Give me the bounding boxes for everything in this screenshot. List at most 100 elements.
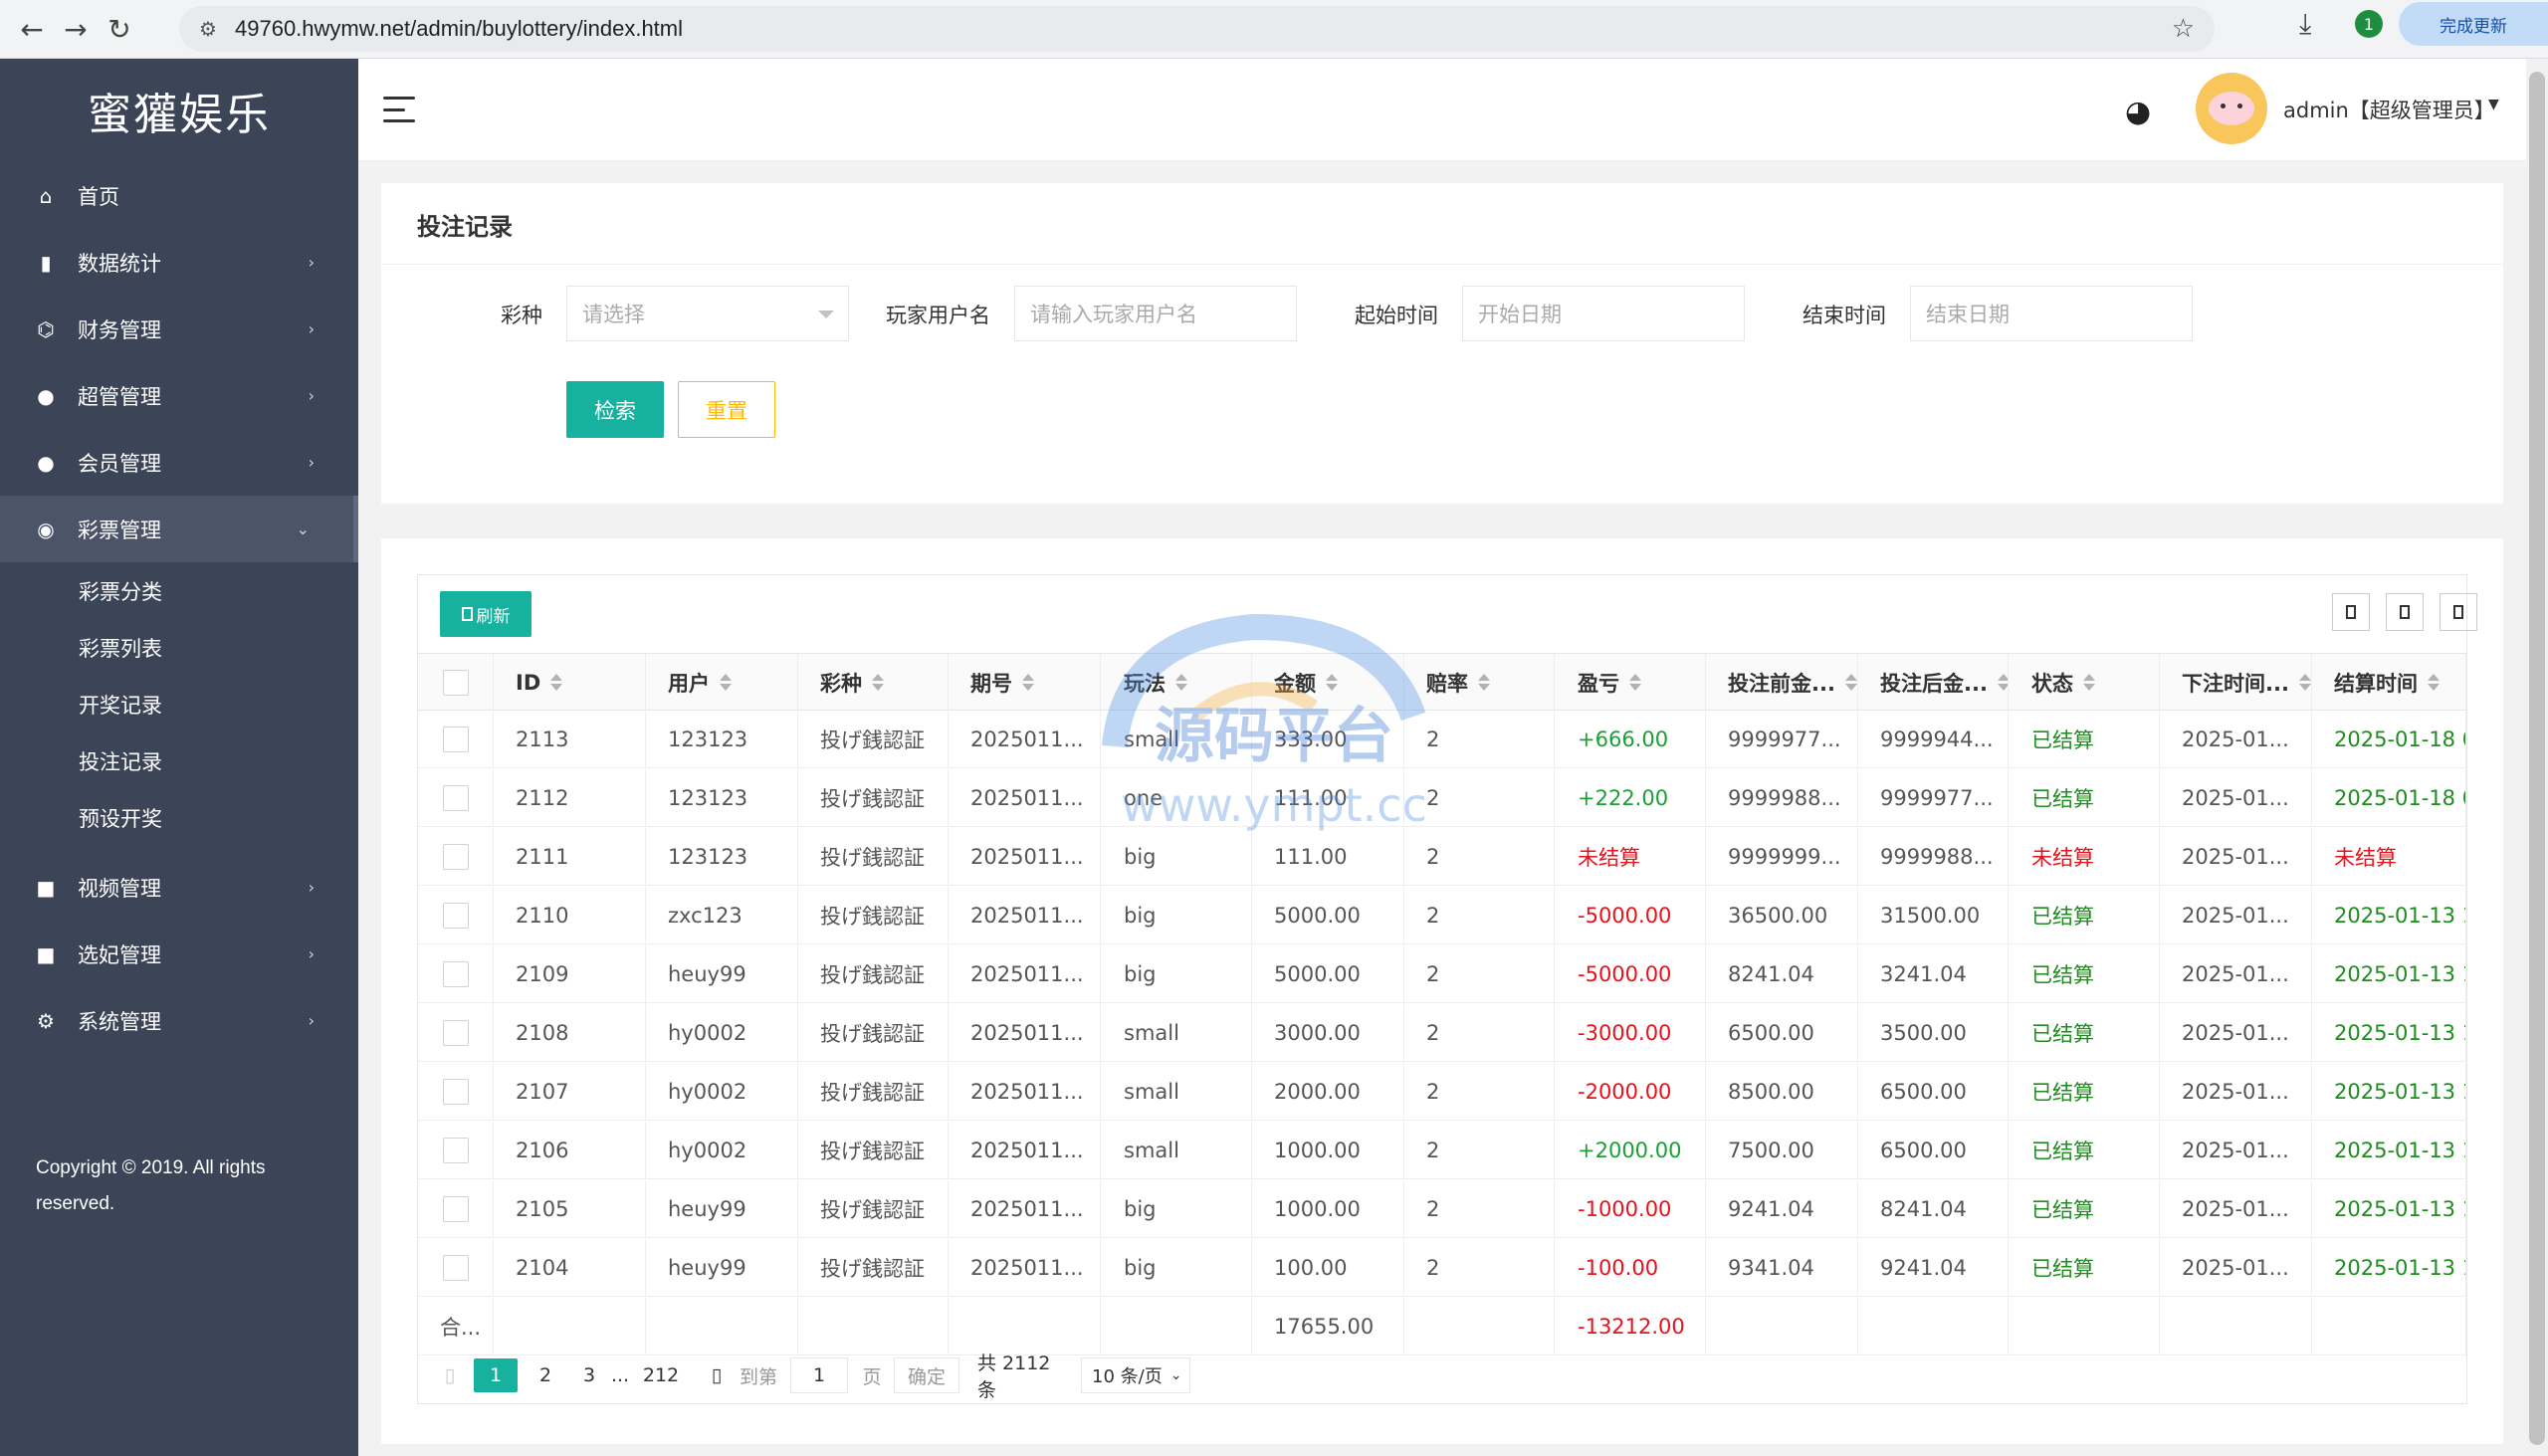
- sort-icon[interactable]: [550, 674, 563, 691]
- sidebar-item-4[interactable]: ● 会员管理 ›: [0, 429, 358, 496]
- refresh-button[interactable]: 刷新: [440, 591, 531, 637]
- page-2[interactable]: 2: [535, 1358, 555, 1392]
- row-checkbox[interactable]: [442, 843, 469, 870]
- sidebar-subitem-4[interactable]: 预设开奖: [0, 789, 358, 846]
- sidebar-item-6[interactable]: ■ 视频管理 ›: [0, 854, 358, 921]
- page-size-select[interactable]: 10 条/页 ⌄: [1081, 1357, 1190, 1393]
- table-row[interactable]: 2109 heuy99 投げ銭認証 2025011... big 5000.00 2 -500…: [418, 945, 2466, 1003]
- prev-page-icon[interactable]: ▯: [440, 1358, 460, 1392]
- reload-icon[interactable]: ↻: [98, 7, 141, 51]
- caret-down-icon[interactable]: ▼: [2488, 97, 2499, 112]
- sidebar-item-0[interactable]: ⌂ 首页: [0, 162, 358, 229]
- row-checkbox[interactable]: [442, 1078, 469, 1105]
- site-info-icon[interactable]: ⚙: [193, 14, 223, 44]
- column-header[interactable]: 结算时间: [2312, 654, 2466, 711]
- column-header[interactable]: 赔率: [1404, 654, 1555, 711]
- table-row[interactable]: 2107 hy0002 投げ銭認証 2025011... small 2000.00 2 -2…: [418, 1063, 2466, 1121]
- table-row[interactable]: 2105 heuy99 投げ銭認証 2025011... big 1000.00 2 -100…: [418, 1180, 2466, 1238]
- columns-filter-icon[interactable]: [2332, 593, 2370, 631]
- table-row[interactable]: 2106 hy0002 投げ銭認証 2025011... small 1000.00 2 +2…: [418, 1122, 2466, 1179]
- sort-icon[interactable]: [1022, 674, 1034, 691]
- extension-badge[interactable]: 1: [2355, 10, 2383, 38]
- row-checkbox[interactable]: [442, 960, 469, 987]
- username-input[interactable]: 请输入玩家用户名: [1014, 286, 1297, 341]
- next-page-icon[interactable]: ▯: [707, 1358, 727, 1392]
- sort-icon[interactable]: [720, 674, 732, 691]
- sort-icon[interactable]: [1478, 674, 1490, 691]
- sidebar-subitem-3[interactable]: 投注记录: [0, 732, 358, 789]
- sidebar-item-1[interactable]: ▮ 数据统计 ›: [0, 229, 358, 296]
- sidebar-subitem-2[interactable]: 开奖记录: [0, 676, 358, 732]
- menu-toggle-icon[interactable]: [383, 97, 415, 122]
- start-date-input[interactable]: 开始日期: [1462, 286, 1745, 341]
- column-header[interactable]: 投注前金...: [1706, 654, 1858, 711]
- sort-icon[interactable]: [1629, 674, 1641, 691]
- sort-icon[interactable]: [1326, 674, 1338, 691]
- goto-confirm-button[interactable]: 确定: [894, 1357, 959, 1393]
- sort-icon[interactable]: [1997, 674, 2008, 691]
- palette-icon[interactable]: ◕: [2125, 95, 2151, 129]
- column-header[interactable]: 玩法: [1102, 654, 1252, 711]
- bookmark-star-icon[interactable]: ☆: [2172, 14, 2195, 44]
- table-row[interactable]: 2111 123123 投げ銭認証 2025011... big 111.00 2 未结算 99…: [418, 828, 2466, 886]
- sidebar-item-8[interactable]: ⚙ 系统管理 ›: [0, 987, 358, 1054]
- column-header[interactable]: 投注后金...: [1858, 654, 2009, 711]
- reset-button[interactable]: 重置: [678, 381, 775, 438]
- sort-icon[interactable]: [1844, 674, 1857, 691]
- row-checkbox[interactable]: [442, 902, 469, 929]
- column-header[interactable]: 盈亏: [1556, 654, 1706, 711]
- page-1[interactable]: 1: [474, 1358, 518, 1392]
- row-checkbox[interactable]: [442, 1137, 469, 1163]
- lottery-select[interactable]: 请选择: [566, 286, 849, 341]
- sidebar-subitem-0[interactable]: 彩票分类: [0, 562, 358, 619]
- page-last[interactable]: 212: [641, 1358, 681, 1392]
- sort-icon[interactable]: [2428, 674, 2440, 691]
- goto-page-input[interactable]: 1: [790, 1357, 848, 1393]
- table-row[interactable]: 2104 heuy99 投げ銭認証 2025011... big 100.00 2 -100.…: [418, 1239, 2466, 1297]
- row-checkbox[interactable]: [442, 1254, 469, 1281]
- column-header[interactable]: 彩种: [798, 654, 949, 711]
- update-button[interactable]: 完成更新: [2399, 2, 2548, 46]
- sidebar-subitem-1[interactable]: 彩票列表: [0, 619, 358, 676]
- end-date-input[interactable]: 结束日期: [1910, 286, 2193, 341]
- row-checkbox[interactable]: [442, 1195, 469, 1222]
- cell-odds: 2: [1404, 1063, 1555, 1120]
- table-row[interactable]: 2112 123123 投げ銭認証 2025011... one 111.00 2 +222.…: [418, 769, 2466, 827]
- sidebar-item-2[interactable]: ⌬ 财务管理 ›: [0, 296, 358, 362]
- row-checkbox[interactable]: [442, 726, 469, 752]
- row-checkbox[interactable]: [442, 784, 469, 811]
- sort-icon[interactable]: [1175, 674, 1187, 691]
- forward-icon[interactable]: →: [54, 7, 98, 51]
- page-3[interactable]: 3: [579, 1358, 599, 1392]
- download-icon[interactable]: ⤓: [2299, 7, 2311, 41]
- table-row[interactable]: 2110 zxc123 投げ銭認証 2025011... big 5000.00 2 -500…: [418, 887, 2466, 944]
- address-bar[interactable]: ⚙ 49760.hwymw.net/admin/buylottery/index…: [179, 6, 2215, 52]
- select-all-checkbox[interactable]: [442, 669, 469, 696]
- column-header[interactable]: ID: [494, 654, 646, 711]
- sort-icon[interactable]: [2083, 674, 2095, 691]
- column-header[interactable]: 金额: [1252, 654, 1404, 711]
- cell-amount: 2000.00: [1252, 1063, 1404, 1120]
- column-header[interactable]: 下注时间...: [2160, 654, 2312, 711]
- sidebar-item-5[interactable]: ◉ 彩票管理 ⌄: [0, 496, 358, 562]
- avatar[interactable]: [2196, 73, 2267, 144]
- sidebar-item-3[interactable]: ● 超管管理 ›: [0, 362, 358, 429]
- export-icon[interactable]: [2386, 593, 2424, 631]
- url-text[interactable]: 49760.hwymw.net/admin/buylottery/index.h…: [235, 16, 683, 42]
- row-checkbox[interactable]: [442, 1019, 469, 1046]
- scrollbar-thumb[interactable]: [2529, 72, 2545, 1445]
- search-button[interactable]: 检索: [566, 381, 664, 438]
- sidebar-item-7[interactable]: ■ 选妃管理 ›: [0, 921, 358, 987]
- back-icon[interactable]: ←: [10, 7, 54, 51]
- user-name[interactable]: admin【超级管理员】: [2283, 95, 2495, 124]
- table-row[interactable]: 2108 hy0002 投げ銭認証 2025011... small 3000.00 2 -3…: [418, 1004, 2466, 1062]
- sort-icon[interactable]: [2298, 674, 2311, 691]
- cell-bet_time: 2025-01...: [2160, 1239, 2312, 1296]
- column-header[interactable]: 用户: [646, 654, 798, 711]
- cell-lottery: 投げ銭認証: [798, 769, 949, 826]
- table-row[interactable]: 2113 123123 投げ銭認証 2025011... small 333.00 2 +66…: [418, 711, 2466, 768]
- sort-icon[interactable]: [872, 674, 884, 691]
- column-header[interactable]: 期号: [949, 654, 1101, 711]
- print-icon[interactable]: [2440, 593, 2477, 631]
- column-header[interactable]: 状态: [2010, 654, 2160, 711]
